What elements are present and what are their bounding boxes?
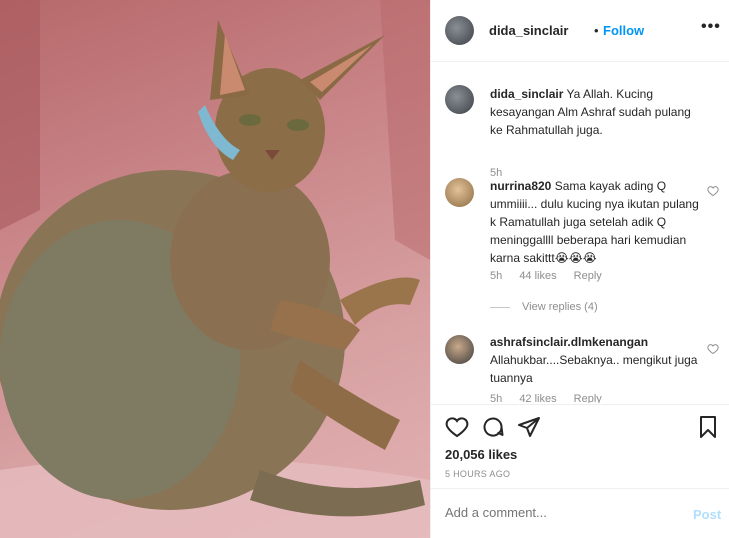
- follow-button[interactable]: Follow: [603, 23, 644, 38]
- comment-bubble-icon[interactable]: [481, 415, 505, 439]
- post-header: dida_sinclair • Follow •••: [431, 0, 729, 62]
- more-options-icon[interactable]: •••: [701, 18, 721, 36]
- post-actions: 20,056 likes 5 HOURS AGO: [431, 404, 729, 488]
- comment-meta: 5h 42 likes Reply: [490, 393, 616, 403]
- caption-body: dida_sinclair Ya Allah. Kucing kesayanga…: [490, 85, 700, 139]
- comment-meta: 5h 44 likes Reply: [490, 270, 616, 282]
- comment-reply-button[interactable]: Reply: [574, 393, 602, 403]
- comment-time[interactable]: 5h: [490, 393, 502, 403]
- author-username[interactable]: dida_sinclair: [489, 23, 568, 38]
- add-comment-input[interactable]: [445, 505, 675, 520]
- author-avatar[interactable]: [445, 16, 474, 45]
- comment-like-heart-icon[interactable]: [707, 185, 719, 197]
- comment-likes[interactable]: 44 likes: [519, 270, 556, 282]
- separator-dot: •: [594, 23, 599, 38]
- comment-body: nurrina820 Sama kayak ading Q ummiiii...…: [490, 177, 700, 267]
- post-comment-button[interactable]: Post: [693, 507, 721, 522]
- post-sidebar: dida_sinclair • Follow ••• dida_sinclair…: [430, 0, 729, 538]
- post-timestamp[interactable]: 5 HOURS AGO: [445, 469, 510, 479]
- view-replies-button[interactable]: View replies (4): [490, 301, 598, 313]
- replies-divider: [490, 306, 510, 308]
- likes-count[interactable]: 20,056 likes: [445, 447, 517, 462]
- comment-reply-button[interactable]: Reply: [574, 270, 602, 282]
- share-paper-plane-icon[interactable]: [517, 415, 541, 439]
- commenter-avatar[interactable]: [445, 178, 474, 207]
- comment-like-heart-icon[interactable]: [707, 343, 719, 355]
- comment-username[interactable]: ashrafsinclair.dlmkenangan: [490, 335, 648, 349]
- caption-username[interactable]: dida_sinclair: [490, 87, 563, 101]
- comment-username[interactable]: nurrina820: [490, 179, 551, 193]
- comments-list[interactable]: dida_sinclair Ya Allah. Kucing kesayanga…: [431, 63, 729, 403]
- commenter-avatar[interactable]: [445, 335, 474, 364]
- comment-text: Allahukbar....Sebaknya.. mengikut juga t…: [490, 353, 698, 385]
- add-comment-bar: Post: [431, 488, 729, 538]
- like-heart-icon[interactable]: [445, 415, 469, 439]
- view-replies-label: View replies (4): [522, 301, 598, 313]
- cat-illustration: [0, 0, 430, 538]
- caption-avatar[interactable]: [445, 85, 474, 114]
- post-photo[interactable]: [0, 0, 430, 538]
- comment-likes[interactable]: 42 likes: [519, 393, 556, 403]
- save-bookmark-icon[interactable]: [696, 415, 720, 439]
- comment-time[interactable]: 5h: [490, 270, 502, 282]
- comment-body: ashrafsinclair.dlmkenangan Allahukbar...…: [490, 333, 700, 387]
